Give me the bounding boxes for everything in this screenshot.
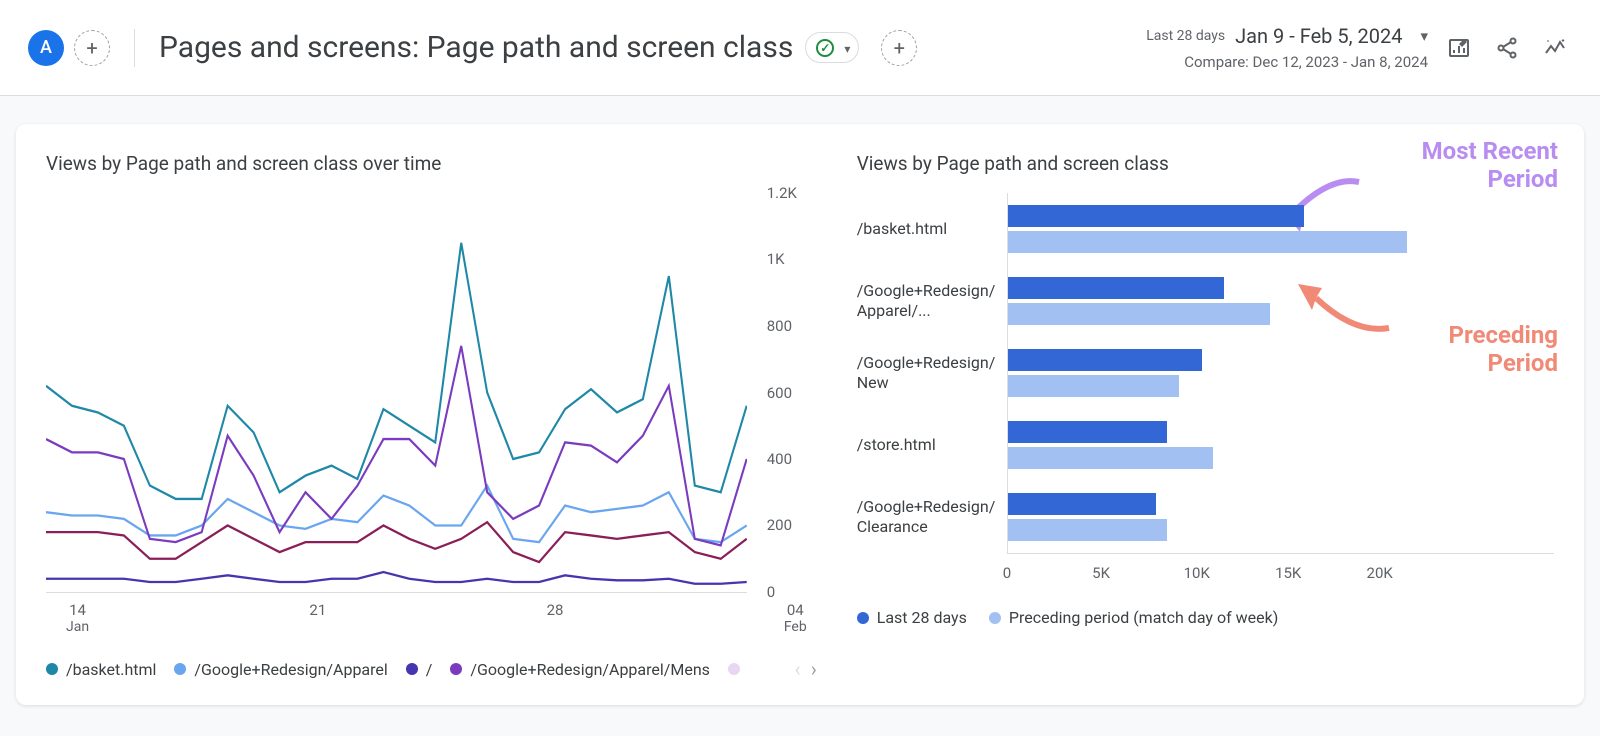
y-tick: 1.2K bbox=[767, 184, 827, 202]
legend-item[interactable]: / bbox=[406, 660, 433, 679]
date-range-main: Jan 9 - Feb 5, 2024 bbox=[1235, 21, 1402, 51]
chevron-down-icon bbox=[838, 38, 850, 57]
bar-current[interactable] bbox=[1008, 205, 1305, 227]
legend-label: Preceding period (match day of week) bbox=[1009, 608, 1278, 627]
status-pill[interactable] bbox=[805, 32, 859, 63]
line-x-axis: 14Jan 21 28 04Feb bbox=[46, 601, 817, 635]
legend-item[interactable]: /basket.html bbox=[46, 660, 156, 679]
bar-current[interactable] bbox=[1008, 421, 1168, 443]
bar-chart[interactable]: /basket.html/Google+Redesign/Apparel/...… bbox=[857, 193, 1554, 553]
legend-swatch bbox=[406, 663, 418, 675]
line-chart-panel: Views by Page path and screen class over… bbox=[46, 152, 817, 681]
bar-legend: Last 28 days Preceding period (match day … bbox=[857, 608, 1554, 627]
y-tick: 600 bbox=[767, 384, 827, 402]
y-tick: 400 bbox=[767, 450, 827, 468]
legend-label: /Google+Redesign/Apparel/Mens bbox=[470, 660, 710, 679]
bar-x-tick: 0 bbox=[1003, 564, 1094, 582]
date-range-label: Last 28 days bbox=[1146, 26, 1225, 47]
check-circle-icon bbox=[816, 39, 834, 57]
insights-icon[interactable] bbox=[1538, 31, 1572, 65]
legend-swatch bbox=[450, 663, 462, 675]
bar-track bbox=[1007, 193, 1464, 265]
pager-next-icon[interactable]: › bbox=[811, 657, 817, 681]
bar-label: /Google+Redesign/Clearance bbox=[857, 497, 1007, 537]
report-card: Views by Page path and screen class over… bbox=[16, 124, 1584, 705]
line-plot-area[interactable]: 1.2K 1K 800 600 400 200 0 bbox=[46, 193, 747, 593]
line-chart-svg bbox=[46, 193, 747, 592]
add-filter-button[interactable]: + bbox=[881, 30, 917, 66]
bar-preceding[interactable] bbox=[1008, 519, 1168, 541]
legend-label: / bbox=[426, 660, 433, 679]
legend-label: /basket.html bbox=[66, 660, 156, 679]
bar-row: /store.html bbox=[857, 409, 1464, 481]
bar-row: /basket.html bbox=[857, 193, 1464, 265]
legend-swatch bbox=[728, 663, 740, 675]
bar-chart-title: Views by Page path and screen class bbox=[857, 152, 1554, 175]
compare-label: Compare: Dec 12, 2023 - Jan 8, 2024 bbox=[1146, 51, 1428, 74]
legend-swatch bbox=[174, 663, 186, 675]
bar-preceding[interactable] bbox=[1008, 231, 1407, 253]
line-chart: 1.2K 1K 800 600 400 200 0 bbox=[46, 193, 817, 593]
customize-icon[interactable] bbox=[1442, 31, 1476, 65]
chevron-down-icon bbox=[1412, 25, 1428, 48]
page-title: Pages and screens: Page path and screen … bbox=[159, 30, 793, 65]
line-legend: /basket.html/Google+Redesign/Apparel / /Go… bbox=[46, 657, 817, 681]
legend-item[interactable]: Preceding period (match day of week) bbox=[989, 608, 1278, 627]
legend-item[interactable]: Last 28 days bbox=[857, 608, 967, 627]
legend-label: /Google+Redesign/Apparel bbox=[194, 660, 387, 679]
bar-track bbox=[1007, 481, 1464, 553]
bar-track bbox=[1007, 337, 1464, 409]
bar-current[interactable] bbox=[1008, 493, 1156, 515]
legend-item[interactable]: /Google+Redesign/Apparel/Mens bbox=[450, 660, 710, 679]
title-row: Pages and screens: Page path and screen … bbox=[159, 30, 917, 66]
legend-item[interactable]: /Google+Redesign/Apparel bbox=[174, 660, 387, 679]
bar-preceding[interactable] bbox=[1008, 375, 1179, 397]
bar-x-tick: 10K bbox=[1184, 564, 1275, 582]
bar-x-tick: 15K bbox=[1275, 564, 1366, 582]
line-chart-title: Views by Page path and screen class over… bbox=[46, 152, 817, 175]
divider bbox=[134, 29, 135, 67]
legend-pager: ‹› bbox=[795, 657, 817, 681]
legend-swatch bbox=[857, 612, 869, 624]
bar-current[interactable] bbox=[1008, 349, 1202, 371]
bar-track bbox=[1007, 265, 1464, 337]
top-bar: A + Pages and screens: Page path and scr… bbox=[0, 0, 1600, 96]
x-tick: 28 bbox=[547, 601, 564, 635]
add-segment-button[interactable]: + bbox=[74, 30, 110, 66]
bar-label: /basket.html bbox=[857, 219, 1007, 239]
legend-swatch bbox=[989, 612, 1001, 624]
y-tick: 0 bbox=[767, 583, 827, 601]
avatar[interactable]: A bbox=[28, 30, 64, 66]
bar-row: /Google+Redesign/Apparel/... bbox=[857, 265, 1464, 337]
bar-current[interactable] bbox=[1008, 277, 1225, 299]
date-range-picker[interactable]: Last 28 days Jan 9 - Feb 5, 2024 Compare… bbox=[1146, 21, 1428, 74]
x-tick: 21 bbox=[309, 601, 326, 635]
y-tick: 200 bbox=[767, 516, 827, 534]
bar-row: /Google+Redesign/New bbox=[857, 337, 1464, 409]
x-tick: 14Jan bbox=[66, 601, 89, 635]
bar-x-tick: 20K bbox=[1367, 564, 1458, 582]
bar-label: /store.html bbox=[857, 435, 1007, 455]
pager-prev-icon[interactable]: ‹ bbox=[795, 657, 801, 681]
bar-chart-panel: Views by Page path and screen class Most… bbox=[857, 152, 1554, 681]
bar-x-axis: 05K10K15K20K bbox=[1007, 553, 1554, 582]
share-icon[interactable] bbox=[1490, 31, 1524, 65]
x-tick: 04Feb bbox=[784, 601, 807, 635]
y-tick: 800 bbox=[767, 317, 827, 335]
bar-label: /Google+Redesign/Apparel/... bbox=[857, 281, 1007, 321]
bar-label: /Google+Redesign/New bbox=[857, 353, 1007, 393]
bar-preceding[interactable] bbox=[1008, 303, 1270, 325]
bar-preceding[interactable] bbox=[1008, 447, 1213, 469]
legend-item[interactable] bbox=[728, 663, 740, 675]
bar-track bbox=[1007, 409, 1464, 481]
y-tick: 1K bbox=[767, 250, 827, 268]
legend-label: Last 28 days bbox=[877, 608, 967, 627]
bar-x-tick: 5K bbox=[1092, 564, 1183, 582]
legend-swatch bbox=[46, 663, 58, 675]
bar-row: /Google+Redesign/Clearance bbox=[857, 481, 1464, 553]
